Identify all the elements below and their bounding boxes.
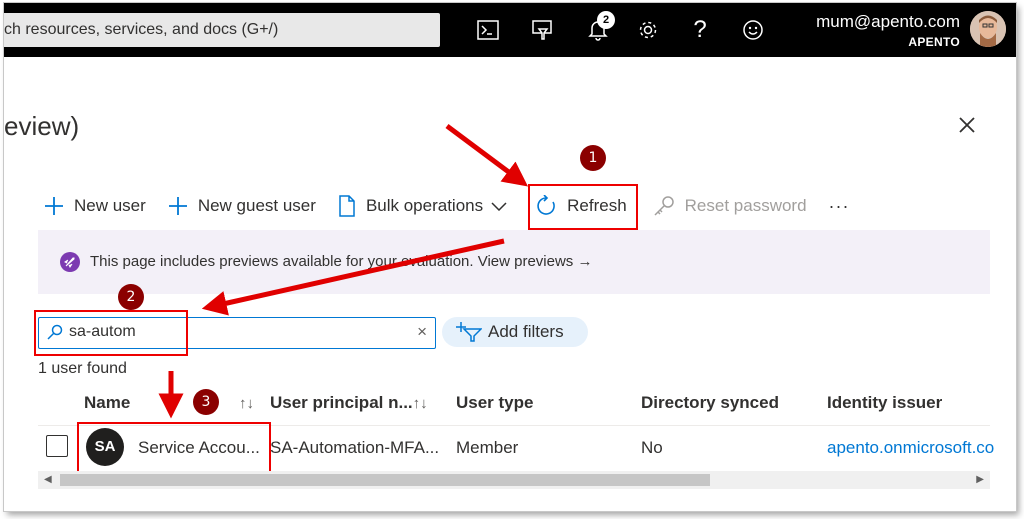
step-badge-2: 2 [118, 284, 144, 310]
scroll-right-icon[interactable]: ▶ [976, 474, 984, 485]
refresh-highlight-box [528, 184, 638, 230]
feedback-smiley-icon[interactable] [739, 16, 767, 44]
preview-banner: This page includes previews available fo… [38, 230, 990, 294]
step-badge-1: 1 [580, 145, 606, 171]
result-count: 1 user found [38, 360, 127, 377]
column-header-user-type[interactable]: User type [456, 393, 533, 413]
cloud-shell-icon[interactable] [474, 16, 502, 44]
sort-upn-icon[interactable]: ↑↓ [413, 395, 428, 412]
plus-icon [45, 197, 63, 215]
sort-name-icon[interactable]: ↑↓ [239, 395, 254, 412]
horizontal-scrollbar[interactable]: ◀ ▶ [38, 471, 990, 489]
directory-filter-icon[interactable] [528, 16, 556, 44]
new-guest-user-label: New guest user [197, 196, 316, 215]
name-highlight-box [77, 422, 271, 474]
reset-password-label: Reset password [684, 196, 807, 215]
add-filters-button[interactable]: Add filters [442, 317, 588, 347]
top-bar: ch resources, services, and docs (G+/) 2… [4, 3, 1016, 57]
document-icon [339, 195, 355, 217]
command-bar: New user New guest user Bulk operations … [44, 189, 872, 223]
new-user-label: New user [74, 196, 146, 215]
key-icon [654, 196, 674, 216]
global-search-input[interactable]: ch resources, services, and docs (G+/) [4, 13, 440, 47]
scroll-left-icon[interactable]: ◀ [44, 474, 52, 485]
column-header-upn[interactable]: User principal n...↑↓ [270, 393, 428, 413]
page-title: eview) [4, 111, 80, 141]
portal-window: ch resources, services, and docs (G+/) 2… [4, 3, 1016, 511]
new-user-button[interactable]: New user [44, 196, 146, 216]
user-principal-name: SA-Automation-MFA... [270, 438, 440, 457]
new-guest-user-button[interactable]: New guest user [168, 196, 316, 216]
search-highlight-box [34, 310, 188, 356]
user-type: Member [456, 438, 519, 457]
gear-icon[interactable] [634, 16, 662, 44]
chevron-down-icon [491, 202, 507, 211]
column-header-name-label: Name [84, 393, 131, 412]
add-filters-label: Add filters [488, 322, 564, 341]
column-header-upn-label: User principal n... [270, 393, 413, 412]
column-header-name[interactable]: Name ↑↓ [84, 393, 254, 413]
identity-issuer-link[interactable]: apento.onmicrosoft.co [827, 438, 994, 458]
bulk-operations-button[interactable]: Bulk operations [338, 195, 507, 217]
plus-icon [168, 197, 187, 215]
preview-banner-text[interactable]: This page includes previews available fo… [90, 253, 592, 270]
clear-search-icon[interactable]: × [417, 322, 427, 342]
close-icon[interactable] [957, 115, 977, 140]
bell-icon[interactable]: 2 [584, 11, 615, 44]
rocket-icon [60, 252, 80, 272]
scrollbar-thumb[interactable] [60, 474, 710, 486]
column-header-directory-synced[interactable]: Directory synced [641, 393, 779, 413]
add-filter-icon [456, 322, 482, 342]
user-avatar[interactable] [970, 11, 1006, 47]
help-icon[interactable]: ? [686, 16, 714, 44]
more-commands-button[interactable]: ··· [829, 196, 850, 217]
step-badge-3: 3 [193, 389, 219, 415]
reset-password-button[interactable]: Reset password [653, 195, 807, 217]
directory-synced: No [641, 438, 663, 457]
row-checkbox[interactable] [46, 435, 68, 457]
account-email[interactable]: mum@apento.com [816, 12, 960, 32]
bulk-operations-label: Bulk operations [365, 196, 484, 215]
arrow-to-refresh [445, 123, 529, 187]
account-org: APENTO [908, 35, 960, 49]
notification-badge: 2 [597, 11, 615, 29]
column-header-identity-issuer[interactable]: Identity issuer [827, 393, 942, 413]
